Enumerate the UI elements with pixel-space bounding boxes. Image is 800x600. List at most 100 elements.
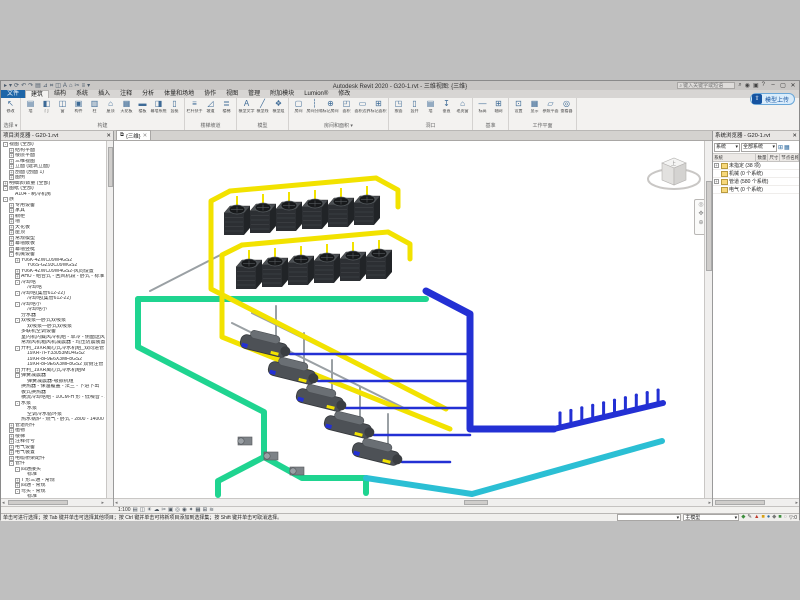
tool-修改[interactable]: ↖修改 [3,99,18,113]
tool-幕墙系统[interactable]: ◨幕墙系统 [151,99,166,113]
select-by-face-icon[interactable]: ◆ [772,514,776,521]
collapse-icon[interactable]: - [9,252,14,257]
close-icon[interactable]: ✕ [143,133,148,139]
column-尺寸[interactable]: 尺寸 [768,154,780,161]
system-browser-hscrollbar[interactable]: ▸ [713,498,799,506]
close-icon[interactable]: ✕ [106,131,111,140]
tool-构件[interactable]: ▣构件 [71,99,86,113]
tool-墙[interactable]: ▤墙 [423,99,438,113]
tool-垂直[interactable]: ↧垂直 [439,99,454,113]
worksets-icon[interactable]: ◆ [741,514,745,521]
tool-轴网[interactable]: ⊞轴网 [491,99,506,113]
system-view-dropdown[interactable]: 系统▾ [714,143,740,152]
minimize-button[interactable]: – [768,82,778,89]
tab-建筑[interactable]: 建筑 [25,90,49,98]
tool-模型线[interactable]: ╱模型线 [255,99,270,113]
tree-item[interactable]: +AHU - 组合式 - 回风机段 - 卧式 - 标准 - 2000 - 100… [1,274,105,280]
tool-模型文字[interactable]: A模型文字 [239,99,254,113]
expand-icon[interactable]: + [15,269,20,274]
select-links-icon[interactable]: ▲ [754,514,759,521]
expand-icon[interactable]: + [3,181,8,186]
tree-item[interactable]: 横流冷却塔组 - 10CM-H 形 - 低噪音 - 100-175-CN [1,395,105,401]
project-browser-vscrollbar[interactable] [106,141,113,498]
tool-查看器[interactable]: ◎查看器 [559,99,574,113]
help-icon[interactable]: ? [762,82,765,89]
app-store-icon[interactable]: ▣ [753,82,759,89]
viewcube[interactable]: 上 [648,158,700,189]
expand-icon[interactable]: + [9,456,14,461]
tool-竖井[interactable]: ▯竖井 [407,99,422,113]
expand-icon[interactable]: + [9,225,14,230]
collapse-icon[interactable]: - [3,142,8,147]
expand-icon[interactable]: + [9,439,14,444]
collapse-icon[interactable]: - [3,186,8,191]
expand-icon[interactable]: + [9,423,14,428]
expand-icon[interactable]: + [9,208,14,213]
tab-注释[interactable]: 注释 [115,90,137,98]
tool-标记房间[interactable]: ⊕标记房间 [323,99,338,113]
workset-dropdown[interactable]: ▾ [617,514,681,521]
expand-icon[interactable]: + [9,236,14,241]
editing-requests-icon[interactable]: ✎ [747,514,752,521]
column-数量[interactable]: 数量 [756,154,768,161]
drag-on-selection-icon[interactable]: ■ [778,514,781,521]
column-节点名称[interactable]: 节点名称 [780,154,799,161]
expand-icon[interactable]: + [9,247,14,252]
column-系统[interactable]: 系统 [713,154,756,161]
collapse-icon[interactable]: - [3,197,8,202]
expand-icon[interactable]: + [9,159,14,164]
tab-修改[interactable]: 修改 [333,90,355,98]
tab-管理[interactable]: 管理 [243,90,265,98]
system-row[interactable]: 电气 (0 个系统) [713,186,799,194]
expand-icon[interactable]: + [9,164,14,169]
tool-标高[interactable]: ―标高 [475,99,490,113]
tool-显示[interactable]: ▦显示 [527,99,542,113]
filter-icon[interactable]: ▽:0 [789,515,797,521]
tool-楼板[interactable]: ▬楼板 [135,99,150,113]
tool-标记面积[interactable]: ⊞标记面积 [371,99,386,113]
system-row[interactable]: +管道 (580 个系统) [713,178,799,186]
tool-竖梃[interactable]: ▯竖梃 [167,99,182,113]
collapse-icon[interactable]: - [15,280,20,285]
tab-系统[interactable]: 系统 [71,90,93,98]
expand-icon[interactable]: + [15,483,20,488]
expand-icon[interactable]: + [9,214,14,219]
tool-窗[interactable]: ◫窗 [55,99,70,113]
system-row[interactable]: +未指定 (38 项) [713,162,799,170]
restore-button[interactable]: ▢ [778,82,788,89]
collapse-icon[interactable]: - [15,489,20,494]
collapse-icon[interactable]: - [15,302,20,307]
expand-icon[interactable]: + [15,258,20,263]
search-input[interactable]: ⌕ 键入关键字或短语 [677,82,735,89]
expand-icon[interactable]: + [9,450,14,455]
expand-icon[interactable]: + [9,148,14,153]
tool-栏杆扶手[interactable]: ≡栏杆扶手 [187,99,202,113]
expand-icon[interactable]: + [9,445,14,450]
tool-楼梯[interactable]: ≣楼梯 [219,99,234,113]
design-option-dropdown[interactable]: 主模型▾ [683,514,739,521]
collapse-icon[interactable]: - [15,373,20,378]
column-settings-icon[interactable]: ▦ [784,144,790,151]
expand-icon[interactable]: + [9,230,14,235]
tool-设置[interactable]: ⊡设置 [511,99,526,113]
collapse-icon[interactable]: - [15,318,20,323]
tab-结构[interactable]: 结构 [49,90,71,98]
expand-icon[interactable]: + [9,153,14,158]
collapse-icon[interactable]: - [15,401,20,406]
tab-附加模块[interactable]: 附加模块 [265,90,299,98]
expand-icon[interactable]: + [15,478,20,483]
steering-wheel-icon[interactable]: ◎ [698,201,703,208]
model-canvas[interactable]: 上 ◎ ✥ ⊕ [114,141,712,498]
pan-icon[interactable]: ✥ [698,210,703,217]
tool-房间分隔[interactable]: ┆房间分隔 [307,99,322,113]
tool-面积边界[interactable]: ▭面积边界 [355,99,370,113]
close-icon[interactable]: ✕ [792,131,797,140]
zoom-icon[interactable]: ⊕ [698,219,703,226]
search-icon[interactable]: ⌕ [738,82,741,89]
tool-按面[interactable]: ◳按面 [391,99,406,113]
autofit-columns-icon[interactable]: ⊞ [778,144,783,151]
tool-门[interactable]: ◧门 [39,99,54,113]
project-browser-hscrollbar[interactable]: ◂ ▸ [1,498,113,506]
expand-icon[interactable]: + [9,170,14,175]
tool-屋顶[interactable]: ⌂屋顶 [103,99,118,113]
